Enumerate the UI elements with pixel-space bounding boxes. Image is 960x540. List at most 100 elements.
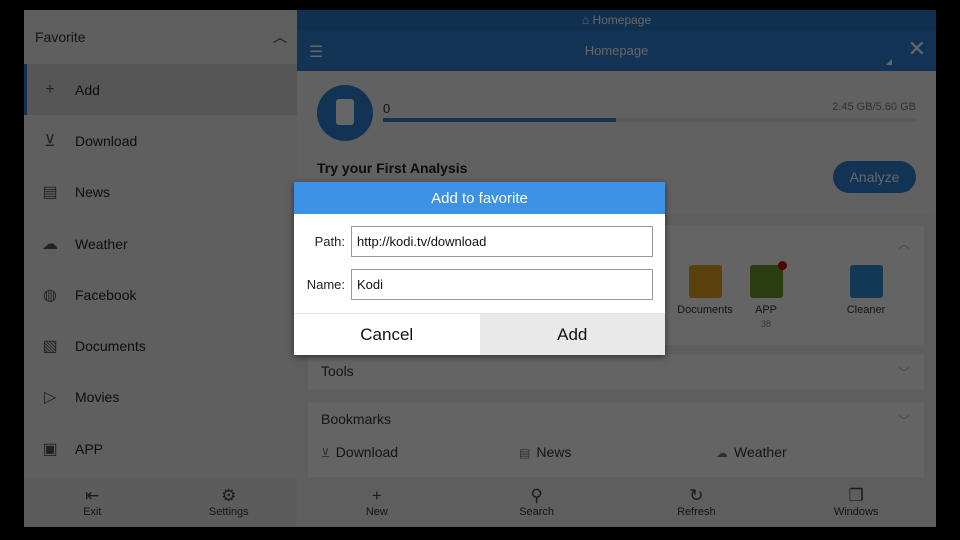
chevron-up-icon[interactable]: ︿ <box>898 235 910 252</box>
storage-progress-bar <box>383 118 916 122</box>
header-title: Homepage <box>584 43 649 58</box>
storage-progress-fill <box>383 118 617 122</box>
gear-icon: ⚙ <box>221 486 237 505</box>
sidebar-item-news[interactable]: ▤ News <box>24 167 297 218</box>
category-cleaner[interactable]: Cleaner <box>826 265 906 316</box>
main-toolbar: + New ⚲ Search ↻ Refresh ❐ Windows <box>297 477 936 527</box>
android-icon <box>749 261 787 298</box>
close-icon[interactable]: ✕ <box>908 36 926 62</box>
category-label: Documents <box>677 304 733 316</box>
refresh-label: Refresh <box>677 506 716 518</box>
notification-badge <box>777 261 787 270</box>
category-label: Cleaner <box>846 304 886 316</box>
windows-label: Windows <box>833 506 879 518</box>
category-app[interactable]: APP 38 <box>726 261 806 329</box>
analyze-button[interactable]: Analyze <box>833 161 916 193</box>
bookmarks-section: Bookmarks ﹀ ⊻ Download ▤ News ☁ Weather <box>308 402 924 478</box>
search-icon: ⚲ <box>530 486 543 505</box>
sidebar-item-app[interactable]: ▣ APP <box>24 423 297 474</box>
window-tab[interactable]: ⌂ Homepage <box>297 10 936 30</box>
cloud-rain-icon: ☁ <box>716 446 728 460</box>
cloud-rain-icon: ☁ <box>42 235 58 253</box>
exit-button[interactable]: ⇤ Exit <box>24 477 161 527</box>
sidebar-item-label: Weather <box>75 235 128 252</box>
cancel-button[interactable]: Cancel <box>294 314 480 355</box>
favorites-sidebar: Favorite ︿ + Add ⊻ Download ▤ News ☁ Weather… <box>24 10 297 527</box>
plus-icon: + <box>371 486 382 505</box>
path-label: Path: <box>314 234 345 249</box>
tools-title: Tools <box>321 363 354 379</box>
storage-count: 0 <box>383 101 391 116</box>
path-row: Path: <box>294 226 665 257</box>
storage-total: 5.60 GB <box>875 101 916 113</box>
sidebar-item-label: Movies <box>75 389 120 406</box>
analysis-title: Try your First Analysis <box>317 160 468 176</box>
search-button[interactable]: ⚲ Search <box>457 477 617 527</box>
bookmark-label: News <box>536 444 572 460</box>
dialog-buttons: Cancel Add <box>294 313 665 355</box>
news-icon: ▤ <box>42 184 58 202</box>
chevron-down-icon: ﹀ <box>897 366 910 380</box>
add-button[interactable]: Add <box>479 314 665 355</box>
download-folder-icon: ⊻ <box>44 132 56 150</box>
name-input[interactable] <box>351 269 653 300</box>
bookmark-label: Weather <box>734 444 787 460</box>
documents-icon <box>688 265 722 298</box>
bookmark-download[interactable]: ⊻ Download <box>321 444 398 460</box>
bookmarks-title: Bookmarks <box>321 411 392 427</box>
sidebar-item-label: News <box>75 184 111 201</box>
broom-icon <box>849 265 883 298</box>
sidebar-item-label: Download <box>75 132 138 149</box>
sidebar-item-documents[interactable]: ▧ Documents <box>24 320 297 371</box>
chevron-down-icon[interactable]: ﹀ <box>898 412 910 429</box>
windows-icon: ❐ <box>848 486 864 505</box>
name-label: Name: <box>306 277 345 292</box>
refresh-button[interactable]: ↻ Refresh <box>617 477 777 527</box>
bookmark-news[interactable]: ▤ News <box>519 444 571 460</box>
category-label: APP <box>754 304 777 316</box>
home-icon: ⌂ <box>581 13 593 27</box>
exit-icon: ⇤ <box>85 486 100 505</box>
globe-icon: ◍ <box>43 286 57 304</box>
new-button[interactable]: + New <box>297 477 457 527</box>
app-wifi-icon: ▣ <box>42 440 58 458</box>
sidebar-item-movies[interactable]: ▷ Movies <box>24 372 297 423</box>
movie-wifi-icon: ▷ <box>43 389 57 407</box>
sidebar-item-weather[interactable]: ☁ Weather <box>24 218 297 269</box>
search-label: Search <box>519 506 555 518</box>
sidebar-item-label: APP <box>75 440 104 457</box>
new-label: New <box>365 506 388 518</box>
sd-card-icon <box>317 85 373 141</box>
document-wifi-icon: ▧ <box>42 338 58 356</box>
storage-size: 2.45 GB/5.60 GB <box>832 101 916 113</box>
bookmark-label: Download <box>335 444 399 460</box>
sidebar-item-label: Add <box>75 81 100 98</box>
bookmark-weather[interactable]: ☁ Weather <box>716 444 787 460</box>
menu-icon[interactable]: ☰ <box>309 42 323 62</box>
corner-indicator-icon <box>886 59 892 65</box>
plus-icon: + <box>45 80 55 98</box>
storage-used: 2.45 GB <box>832 101 873 113</box>
download-folder-icon: ⊻ <box>321 446 330 460</box>
path-input[interactable] <box>351 226 653 257</box>
sidebar-item-label: Documents <box>75 338 146 355</box>
sidebar-footer: ⇤ Exit ⚙ Settings <box>24 477 297 527</box>
windows-button[interactable]: ❐ Windows <box>776 477 936 527</box>
app-header: ☰ Homepage ✕ <box>297 30 936 71</box>
favorite-title: Favorite <box>35 29 86 45</box>
refresh-icon: ↻ <box>689 486 704 505</box>
news-icon: ▤ <box>519 446 531 460</box>
sidebar-item-add[interactable]: + Add <box>24 64 297 116</box>
sidebar-item-facebook[interactable]: ◍ Facebook <box>24 269 297 320</box>
sidebar-item-download[interactable]: ⊻ Download <box>24 115 297 166</box>
dialog-title: Add to favorite <box>294 182 665 214</box>
settings-button[interactable]: ⚙ Settings <box>161 477 298 527</box>
tools-section[interactable]: Tools ﹀ <box>308 354 924 390</box>
add-to-favorite-dialog: Add to favorite Path: Name: Cancel Add <box>294 182 665 355</box>
window-tab-label: Homepage <box>592 13 652 27</box>
favorite-section-header[interactable]: Favorite ︿ <box>24 10 297 64</box>
settings-label: Settings <box>208 506 249 518</box>
name-row: Name: <box>294 269 665 300</box>
exit-label: Exit <box>83 506 102 518</box>
sidebar-item-label: Facebook <box>75 286 137 303</box>
